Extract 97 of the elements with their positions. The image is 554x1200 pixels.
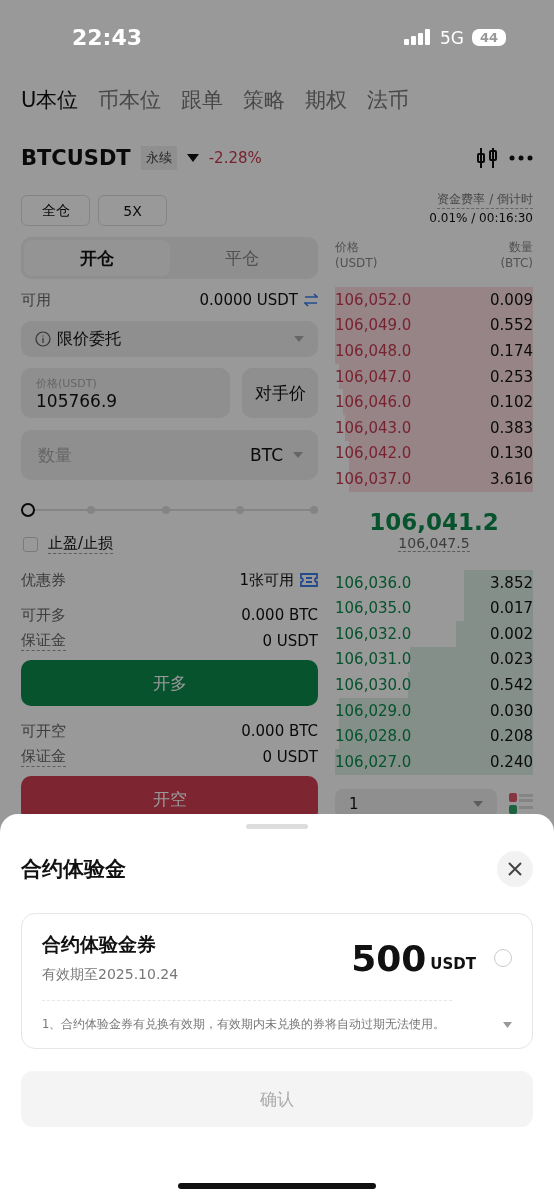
last-price[interactable]: 106,041.2 <box>369 509 499 536</box>
ask-quantity: 0.102 <box>490 393 533 412</box>
coupon-title: 合约体验金券 <box>42 932 157 957</box>
market-tab[interactable]: 跟单 <box>181 86 224 114</box>
info-icon <box>35 331 51 347</box>
info-value: 0 USDT <box>262 632 318 650</box>
market-tab[interactable]: 期权 <box>305 86 348 114</box>
ask-price[interactable]: 106,046.0 <box>335 393 412 412</box>
close-icon <box>507 861 523 877</box>
available-value: 0.0000 USDT <box>199 291 298 309</box>
info-value: 0.000 BTC <box>241 722 318 740</box>
info-label: 可开多 <box>21 605 66 625</box>
sheet-title: 合约体验金 <box>21 856 126 883</box>
caret-icon <box>473 800 483 807</box>
ask-price[interactable]: 106,049.0 <box>335 316 412 335</box>
contract-badge: 永续 <box>140 146 177 170</box>
market-tab[interactable]: 策略 <box>243 86 286 114</box>
ask-quantity: 3.616 <box>490 469 533 488</box>
bid-quantity: 3.852 <box>490 573 533 592</box>
leverage-button[interactable]: 5X <box>98 195 167 226</box>
drag-handle[interactable] <box>246 824 308 829</box>
info-value: 0 USDT <box>262 748 318 766</box>
checkbox[interactable] <box>23 536 38 552</box>
bid-price[interactable]: 106,031.0 <box>335 650 412 669</box>
bid-price[interactable]: 106,029.0 <box>335 701 412 720</box>
caret-icon[interactable] <box>186 154 199 162</box>
ask-price[interactable]: 106,052.0 <box>335 290 412 309</box>
transfer-icon[interactable] <box>304 293 318 307</box>
close-button[interactable] <box>497 851 533 887</box>
bid-price[interactable]: 106,035.0 <box>335 599 412 618</box>
order-type-dropdown[interactable]: 限价委托 <box>21 321 318 357</box>
funding-value: 0.01% / 00:16:30 <box>429 211 533 225</box>
column-unit: (USDT) <box>335 256 378 270</box>
unit-label[interactable]: BTC <box>250 445 283 465</box>
column-header: 价格 <box>335 239 360 256</box>
order-tab[interactable]: 平仓 <box>169 240 315 276</box>
margin-mode-button[interactable]: 全仓 <box>21 195 90 226</box>
coupon-expiry: 有效期至2025.10.24 <box>42 966 179 984</box>
ask-quantity: 0.009 <box>490 290 533 309</box>
ask-price[interactable]: 106,043.0 <box>335 418 412 437</box>
bid-quantity: 0.017 <box>490 599 533 618</box>
order-tab[interactable]: 开仓 <box>24 240 170 276</box>
slider-thumb[interactable] <box>21 503 35 517</box>
info-label: 保证金 <box>21 631 66 651</box>
market-tab[interactable]: 币本位 <box>98 86 162 114</box>
column-unit: (BTC) <box>500 256 533 270</box>
info-label: 保证金 <box>21 747 66 767</box>
book-layout-icon[interactable] <box>509 792 533 815</box>
bid-price[interactable]: 106,032.0 <box>335 624 412 643</box>
tp-sl-label[interactable]: 止盈/止损 <box>48 534 114 554</box>
ask-quantity: 0.174 <box>490 342 533 360</box>
caret-icon <box>294 336 304 342</box>
ask-quantity: 0.552 <box>490 316 533 335</box>
more-icon[interactable] <box>509 155 533 161</box>
price-change: -2.28% <box>208 149 262 167</box>
bid-price[interactable]: 106,036.0 <box>335 573 412 592</box>
info-value: 0.000 BTC <box>241 606 318 624</box>
ask-quantity: 0.130 <box>490 444 533 463</box>
coupon-note: 1、合约体验金券有兑换有效期，有效期内未兑换的券将自动过期无法使用。 <box>42 1017 446 1032</box>
candlestick-icon[interactable] <box>475 146 499 170</box>
coupon-amount: 500 <box>351 937 427 979</box>
ask-quantity: 0.383 <box>490 418 533 437</box>
info-label: 可开空 <box>21 721 66 741</box>
open-long-button[interactable]: 开多 <box>21 660 318 706</box>
available-label: 可用 <box>21 290 51 310</box>
ask-quantity: 0.253 <box>490 367 533 386</box>
market-tab[interactable]: 法币 <box>367 86 410 114</box>
bid-price[interactable]: 106,028.0 <box>335 727 412 746</box>
signal-icon <box>404 28 432 47</box>
ask-price[interactable]: 106,037.0 <box>335 469 412 488</box>
bid-quantity: 0.023 <box>490 650 533 669</box>
coupon-label: 优惠券 <box>21 570 66 590</box>
status-time: 22:43 <box>72 25 143 50</box>
order-type-label: 限价委托 <box>57 328 121 350</box>
ticket-icon[interactable] <box>300 573 318 587</box>
column-header: 数量 <box>509 239 533 256</box>
coupon-card[interactable]: 合约体验金券 有效期至2025.10.24 500 USDT 1、合约体验金券有兑换有效期，有效期内未兑换的券将自动过期无法使用。 <box>21 913 533 1049</box>
ask-price[interactable]: 106,047.0 <box>335 367 412 386</box>
caret-icon <box>293 452 303 458</box>
funding-label: 资金费率 / 倒计时 <box>437 191 533 209</box>
battery-icon: 44 <box>472 29 506 46</box>
mark-price[interactable]: 106,047.5 <box>398 535 470 553</box>
counter-price-button[interactable]: 对手价 <box>242 368 318 418</box>
coupon-unit: USDT <box>430 955 476 973</box>
bid-quantity: 0.240 <box>490 752 533 771</box>
bid-price[interactable]: 106,027.0 <box>335 752 412 771</box>
bid-quantity: 0.030 <box>490 701 533 720</box>
bid-quantity: 0.002 <box>490 624 533 643</box>
ask-price[interactable]: 106,048.0 <box>335 342 412 360</box>
ask-price[interactable]: 106,042.0 <box>335 444 412 463</box>
coupon-value[interactable]: 1张可用 <box>239 570 294 590</box>
bid-price[interactable]: 106,030.0 <box>335 675 412 694</box>
bid-quantity: 0.542 <box>490 675 533 694</box>
bid-quantity: 0.208 <box>490 727 533 746</box>
market-tab[interactable]: U本位 <box>21 86 79 114</box>
network-label: 5G <box>440 27 464 48</box>
symbol-name[interactable]: BTCUSDT <box>21 146 131 170</box>
